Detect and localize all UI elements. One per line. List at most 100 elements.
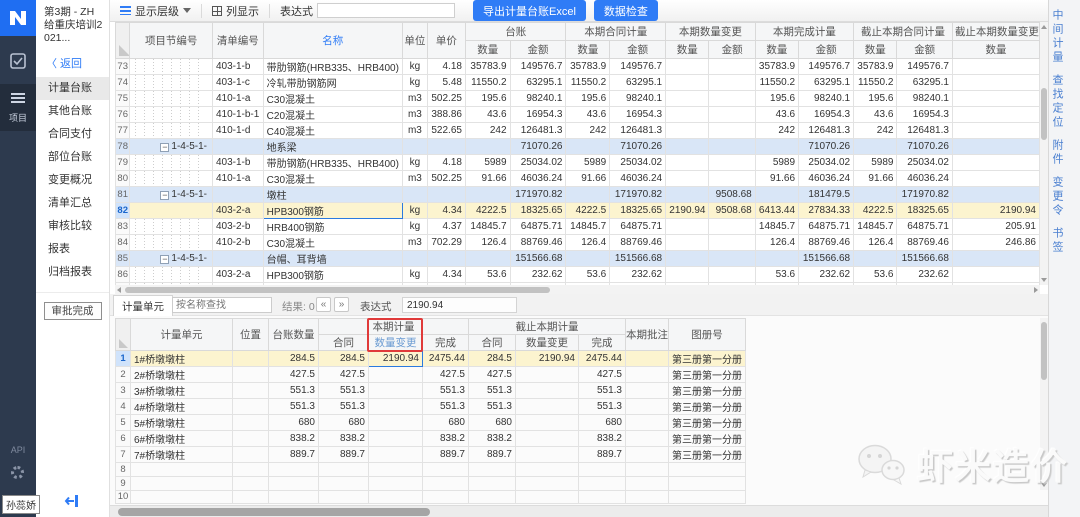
cell[interactable]: 18325.65 <box>610 203 666 219</box>
cell[interactable]: 63295.1 <box>799 75 854 91</box>
tree-cell[interactable] <box>130 91 213 107</box>
cell[interactable] <box>212 251 263 267</box>
rail-item-project[interactable]: 项目 <box>0 84 36 131</box>
cell[interactable]: 88769.46 <box>799 235 854 251</box>
right-panel-item[interactable]: 查找定位 <box>1049 74 1080 130</box>
cell[interactable]: 427.5 <box>423 367 469 383</box>
cell[interactable]: 195.6 <box>755 91 798 107</box>
tree-cell[interactable] <box>130 155 213 171</box>
cell[interactable]: 71070.26 <box>897 139 952 155</box>
column-display-button[interactable]: 列显示 <box>202 0 269 21</box>
row-number[interactable]: 83 <box>116 219 130 235</box>
ledger-sub-header[interactable]: 金额 <box>799 41 854 59</box>
cell[interactable]: 126481.3 <box>510 123 566 139</box>
cell[interactable]: m3 <box>402 91 427 107</box>
unit-name-cell[interactable]: 6#桥墩墩柱 <box>131 431 233 447</box>
name-cell[interactable]: C30混凝土 <box>263 235 402 251</box>
cell[interactable] <box>755 139 798 155</box>
cell[interactable] <box>854 251 897 267</box>
cell[interactable]: 第三册第一分册 <box>669 431 746 447</box>
cell[interactable]: 838.2 <box>423 431 469 447</box>
cell[interactable]: 11550.2 <box>566 75 610 91</box>
cell[interactable]: 98240.1 <box>510 91 566 107</box>
name-cell[interactable]: 地系梁 <box>263 139 402 155</box>
cell[interactable]: 403-1-b <box>212 155 263 171</box>
row-number[interactable]: 84 <box>116 235 130 251</box>
cell[interactable] <box>709 59 755 75</box>
cell[interactable] <box>269 463 319 477</box>
row-number[interactable]: 10 <box>116 490 131 504</box>
cell[interactable] <box>233 447 269 463</box>
cell[interactable]: 551.3 <box>319 383 369 399</box>
right-panel-item[interactable]: 书签 <box>1049 227 1080 255</box>
cell[interactable] <box>469 463 516 477</box>
tree-cell[interactable] <box>130 107 213 123</box>
row-number[interactable]: 4 <box>116 399 131 415</box>
cell[interactable]: 242 <box>566 123 610 139</box>
sidebar-item[interactable]: 变更概况 <box>36 169 109 192</box>
cell[interactable]: 18325.65 <box>510 203 566 219</box>
cell[interactable] <box>666 267 709 283</box>
cell[interactable] <box>465 139 510 155</box>
cell[interactable]: 91.66 <box>854 171 897 187</box>
cell[interactable] <box>319 476 369 490</box>
ledger-sub-header[interactable]: 金额 <box>610 41 666 59</box>
cell[interactable]: 889.7 <box>423 447 469 463</box>
cell[interactable] <box>626 490 669 504</box>
ledger-group-header[interactable]: 本期合同计量 <box>566 23 666 41</box>
unit-sub-header[interactable]: 完成 <box>423 335 469 351</box>
data-check-button[interactable]: 数据检查 <box>594 0 658 21</box>
cell[interactable] <box>369 399 423 415</box>
name-cell[interactable]: 带肋钢筋(HRB335、HRB400) <box>263 59 402 75</box>
cell[interactable] <box>666 91 709 107</box>
cell[interactable]: 16954.3 <box>510 107 566 123</box>
cell[interactable]: 427.5 <box>469 367 516 383</box>
cell[interactable] <box>212 139 263 155</box>
cell[interactable] <box>233 415 269 431</box>
ledger-group-header[interactable]: 本期完成计量 <box>755 23 853 41</box>
cell[interactable]: 232.62 <box>510 267 566 283</box>
cell[interactable]: 410-2-b <box>212 235 263 251</box>
cell[interactable]: 2190.94 <box>369 351 423 367</box>
cell[interactable]: 91.66 <box>566 171 610 187</box>
cell[interactable]: 64875.71 <box>799 219 854 235</box>
name-cell[interactable]: HPB300钢筋 <box>263 203 402 219</box>
approve-button[interactable]: 审批完成 <box>44 302 102 320</box>
cell[interactable]: 5989 <box>755 155 798 171</box>
cell[interactable]: 551.3 <box>469 383 516 399</box>
row-number[interactable]: 8 <box>116 463 131 477</box>
cell[interactable]: kg <box>402 219 427 235</box>
name-cell[interactable]: HRB400钢筋 <box>263 219 402 235</box>
tree-cell[interactable]: −1-4-5-1- <box>130 187 213 203</box>
cell[interactable]: 14845.7 <box>465 219 510 235</box>
ledger-v-scrollbar[interactable] <box>1040 22 1048 285</box>
cell[interactable]: 46036.24 <box>510 171 566 187</box>
ledger-sub-header[interactable]: 数量 <box>566 41 610 59</box>
unit-col-header[interactable]: 本期批注 <box>626 319 669 351</box>
cell[interactable]: 53.6 <box>755 267 798 283</box>
cell[interactable] <box>579 463 626 477</box>
cell[interactable]: 551.3 <box>423 383 469 399</box>
cell[interactable]: 171970.82 <box>510 187 566 203</box>
cell[interactable]: 第三册第一分册 <box>669 351 746 367</box>
name-cell[interactable]: C30混凝土 <box>263 91 402 107</box>
cell[interactable] <box>709 123 755 139</box>
cell[interactable]: 16954.3 <box>799 107 854 123</box>
cell[interactable] <box>952 251 1039 267</box>
cell[interactable]: 410-1-d <box>212 123 263 139</box>
cell[interactable] <box>423 490 469 504</box>
cell[interactable] <box>626 399 669 415</box>
unit-col-header[interactable]: 计量单元 <box>131 319 233 351</box>
back-link[interactable]: 〈 返回 <box>36 45 109 77</box>
prev-button[interactable]: « <box>316 297 331 312</box>
cell[interactable] <box>427 187 465 203</box>
cell[interactable]: kg <box>402 155 427 171</box>
cell[interactable] <box>666 155 709 171</box>
cell[interactable] <box>952 91 1039 107</box>
row-number[interactable]: 78 <box>116 139 130 155</box>
cell[interactable]: 35783.9 <box>854 59 897 75</box>
cell[interactable]: 5989 <box>854 155 897 171</box>
cell[interactable]: 5989 <box>566 155 610 171</box>
cell[interactable] <box>854 139 897 155</box>
row-number[interactable]: 81 <box>116 187 130 203</box>
